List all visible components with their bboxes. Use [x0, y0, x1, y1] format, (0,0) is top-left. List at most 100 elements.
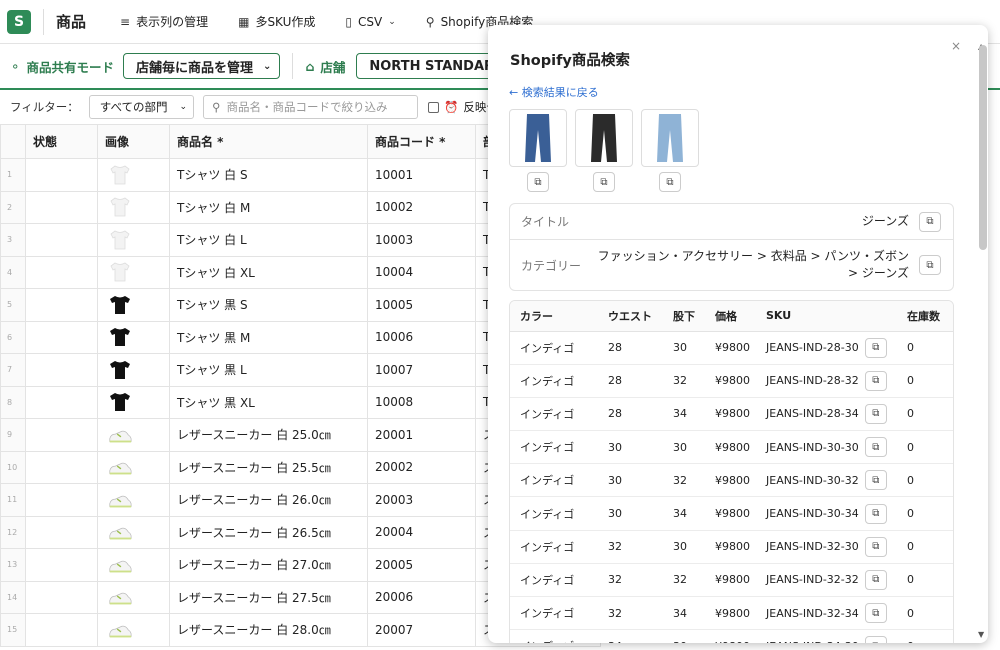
product-name-cell[interactable]: Tシャツ 黒 L [169, 353, 368, 387]
product-code-cell[interactable]: 20005 [367, 548, 476, 582]
product-code-cell[interactable]: 20007 [367, 613, 476, 647]
product-name-cell[interactable]: レザースニーカー 白 27.5㎝ [169, 580, 368, 614]
col-name-header[interactable]: 商品名 * [169, 124, 368, 159]
copy-icon[interactable]: ⧉ [864, 503, 887, 524]
product-code-cell[interactable]: 10005 [367, 288, 476, 322]
image-cell[interactable] [97, 255, 170, 289]
store-text: 店舗 [320, 59, 346, 75]
product-name-cell[interactable]: Tシャツ 白 S [169, 158, 368, 192]
product-name-cell[interactable]: レザースニーカー 白 28.0㎝ [169, 613, 368, 647]
copy-icon[interactable]: ⧉ [593, 172, 615, 192]
product-name-cell[interactable]: レザースニーカー 白 26.5㎝ [169, 515, 368, 549]
status-cell[interactable] [25, 418, 98, 452]
image-cell[interactable] [97, 223, 170, 257]
image-cell[interactable] [97, 190, 170, 224]
close-icon[interactable]: × [951, 39, 961, 53]
image-cell[interactable] [97, 450, 170, 484]
image-cell[interactable] [97, 580, 170, 614]
copy-icon[interactable]: ⧉ [864, 536, 887, 557]
product-name-cell[interactable]: Tシャツ 白 M [169, 190, 368, 224]
status-cell[interactable] [25, 548, 98, 582]
copy-icon[interactable]: ⧉ [864, 470, 887, 491]
image-cell[interactable] [97, 158, 170, 192]
product-code-cell[interactable]: 10007 [367, 353, 476, 387]
black-jeans-image[interactable] [575, 109, 633, 167]
copy-icon[interactable]: ⧉ [864, 370, 887, 391]
product-name-cell[interactable]: Tシャツ 白 L [169, 223, 368, 257]
csv-button[interactable]: ▯ CSV ⌄ [345, 15, 395, 29]
col-image-header[interactable]: 画像 [97, 124, 170, 159]
product-code-cell[interactable]: 10003 [367, 223, 476, 257]
status-cell[interactable] [25, 483, 98, 517]
image-cell[interactable] [97, 613, 170, 647]
status-cell[interactable] [25, 580, 98, 614]
product-name-cell[interactable]: レザースニーカー 白 27.0㎝ [169, 548, 368, 582]
status-cell[interactable] [25, 158, 98, 192]
image-cell[interactable] [97, 288, 170, 322]
variant-row: インディゴ 32 30 ¥9800 JEANS-IND-32-30 ⧉ 0 [510, 530, 953, 564]
status-cell[interactable] [25, 515, 98, 549]
status-cell[interactable] [25, 223, 98, 257]
product-code-cell[interactable]: 10001 [367, 158, 476, 192]
col-status-header[interactable]: 状態 [25, 124, 98, 159]
copy-icon[interactable]: ⧉ [659, 172, 681, 192]
status-cell[interactable] [25, 288, 98, 322]
lightblue-jeans-image[interactable] [641, 109, 699, 167]
chevron-down-icon: ⌄ [179, 102, 188, 112]
product-code-cell[interactable]: 10008 [367, 385, 476, 419]
status-cell[interactable] [25, 385, 98, 419]
image-cell[interactable] [97, 353, 170, 387]
product-name-cell[interactable]: Tシャツ 黒 M [169, 320, 368, 354]
image-cell[interactable] [97, 418, 170, 452]
copy-icon[interactable]: ⧉ [919, 255, 941, 275]
share-mode-select[interactable]: 店舗毎に商品を管理 ⌄ [123, 53, 281, 79]
status-cell[interactable] [25, 255, 98, 289]
back-to-results-link[interactable]: ← 検索結果に戻る [509, 84, 599, 100]
scrollbar-thumb[interactable] [979, 45, 987, 250]
product-code-cell[interactable]: 10002 [367, 190, 476, 224]
image-cell[interactable] [97, 385, 170, 419]
copy-icon[interactable]: ⧉ [919, 211, 941, 232]
product-name-cell[interactable]: Tシャツ 黒 XL [169, 385, 368, 419]
status-cell[interactable] [25, 450, 98, 484]
copy-icon[interactable]: ⧉ [864, 337, 887, 358]
copy-icon[interactable]: ⧉ [864, 403, 887, 424]
product-name-cell[interactable]: レザースニーカー 白 25.5㎝ [169, 450, 368, 484]
department-select[interactable]: すべての部門 ⌄ [88, 95, 195, 119]
copy-icon[interactable]: ⧉ [864, 569, 887, 590]
copy-icon[interactable]: ⧉ [864, 437, 887, 458]
manage-columns-button[interactable]: ≡ 表示列の管理 [120, 13, 208, 30]
copy-icon[interactable]: ⧉ [527, 172, 549, 192]
multi-sku-label: 多SKU作成 [255, 15, 316, 29]
indigo-jeans-image[interactable] [509, 109, 567, 167]
status-cell[interactable] [25, 353, 98, 387]
copy-icon[interactable]: ⧉ [864, 636, 887, 643]
copy-icon[interactable]: ⧉ [864, 603, 887, 624]
product-code-cell[interactable]: 20001 [367, 418, 476, 452]
col-code-header[interactable]: 商品コード * [367, 124, 476, 159]
product-code-cell[interactable]: 20003 [367, 483, 476, 517]
status-cell[interactable] [25, 320, 98, 354]
product-name-cell[interactable]: Tシャツ 白 XL [169, 255, 368, 289]
product-name-cell[interactable]: レザースニーカー 白 25.0㎝ [169, 418, 368, 452]
product-code-cell[interactable]: 10006 [367, 320, 476, 354]
product-code-cell[interactable]: 20004 [367, 515, 476, 549]
product-code-cell[interactable]: 20006 [367, 580, 476, 614]
variant-price: ¥9800 [705, 530, 756, 564]
product-name-cell[interactable]: Tシャツ 黒 S [169, 288, 368, 322]
variant-sku: JEANS-IND-32-34 [766, 606, 859, 620]
filter-search-input[interactable]: ⚲ 商品名・商品コードで絞り込み [203, 95, 419, 119]
product-code-cell[interactable]: 10004 [367, 255, 476, 289]
status-cell[interactable] [25, 190, 98, 224]
product-name-cell[interactable]: レザースニーカー 白 26.0㎝ [169, 483, 368, 517]
status-cell[interactable] [25, 613, 98, 647]
product-code-cell[interactable]: 20002 [367, 450, 476, 484]
image-cell[interactable] [97, 483, 170, 517]
image-cell[interactable] [97, 515, 170, 549]
checkbox[interactable] [428, 101, 440, 113]
app-logo[interactable]: S [7, 9, 31, 34]
image-cell[interactable] [97, 548, 170, 582]
image-cell[interactable] [97, 320, 170, 354]
scroll-down-icon[interactable]: ▼ [978, 630, 984, 639]
multi-sku-button[interactable]: ▦ 多SKU作成 [238, 13, 315, 30]
